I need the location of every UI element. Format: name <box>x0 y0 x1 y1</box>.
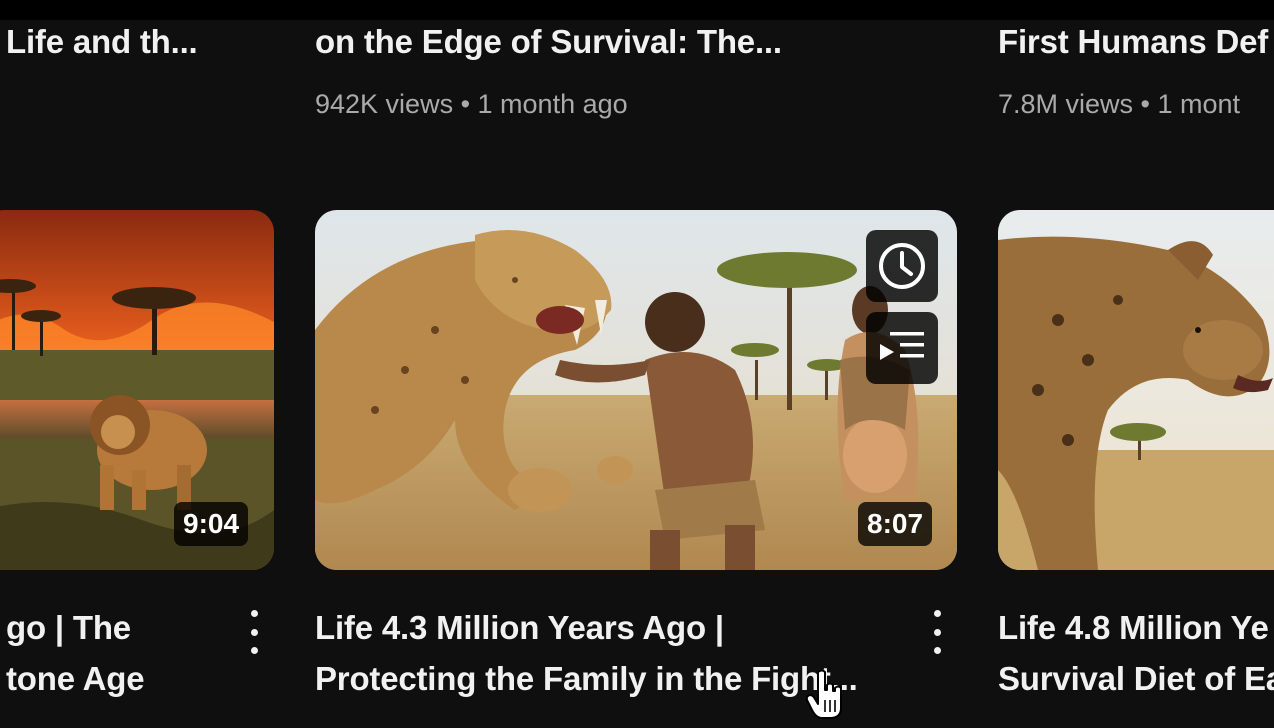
video-meta-center-top: 942K views • 1 month ago <box>315 89 628 119</box>
video-meta-right-top: 7.8M views • 1 mont <box>998 89 1241 119</box>
video-title-center-top[interactable]: on the Edge of Survival: The... <box>315 16 915 68</box>
video-duration-badge: 9:04 <box>174 502 249 546</box>
video-title-right-line2[interactable]: Survival Diet of Ea <box>998 653 1274 705</box>
video-title-right-line1[interactable]: Life 4.8 Million Ye <box>998 602 1274 654</box>
video-title-left-line2[interactable]: tone Age <box>6 653 236 705</box>
video-thumbnail-left[interactable]: 9:04 <box>0 210 274 570</box>
add-to-queue-button[interactable] <box>866 312 938 384</box>
video-thumbnail-right[interactable] <box>998 210 1274 570</box>
video-thumbnail-center[interactable]: 8:07 <box>315 210 957 570</box>
video-title-center-line1[interactable]: Life 4.3 Million Years Ago | <box>315 602 915 654</box>
thumbnail-image-hyena <box>998 210 1274 570</box>
video-title-right-top[interactable]: First Humans Def <box>998 16 1274 68</box>
watch-later-button[interactable] <box>866 230 938 302</box>
three-dot-menu-icon[interactable] <box>244 610 264 654</box>
video-title-left-line1[interactable]: go | The <box>6 602 236 654</box>
three-dot-menu-icon[interactable] <box>927 610 947 654</box>
video-duration-badge: 8:07 <box>858 502 933 546</box>
hand-pointer-icon <box>806 669 842 719</box>
add-to-queue-icon <box>880 332 924 360</box>
video-title-left-top[interactable]: Life and th... <box>6 16 276 68</box>
clock-icon <box>879 243 925 289</box>
